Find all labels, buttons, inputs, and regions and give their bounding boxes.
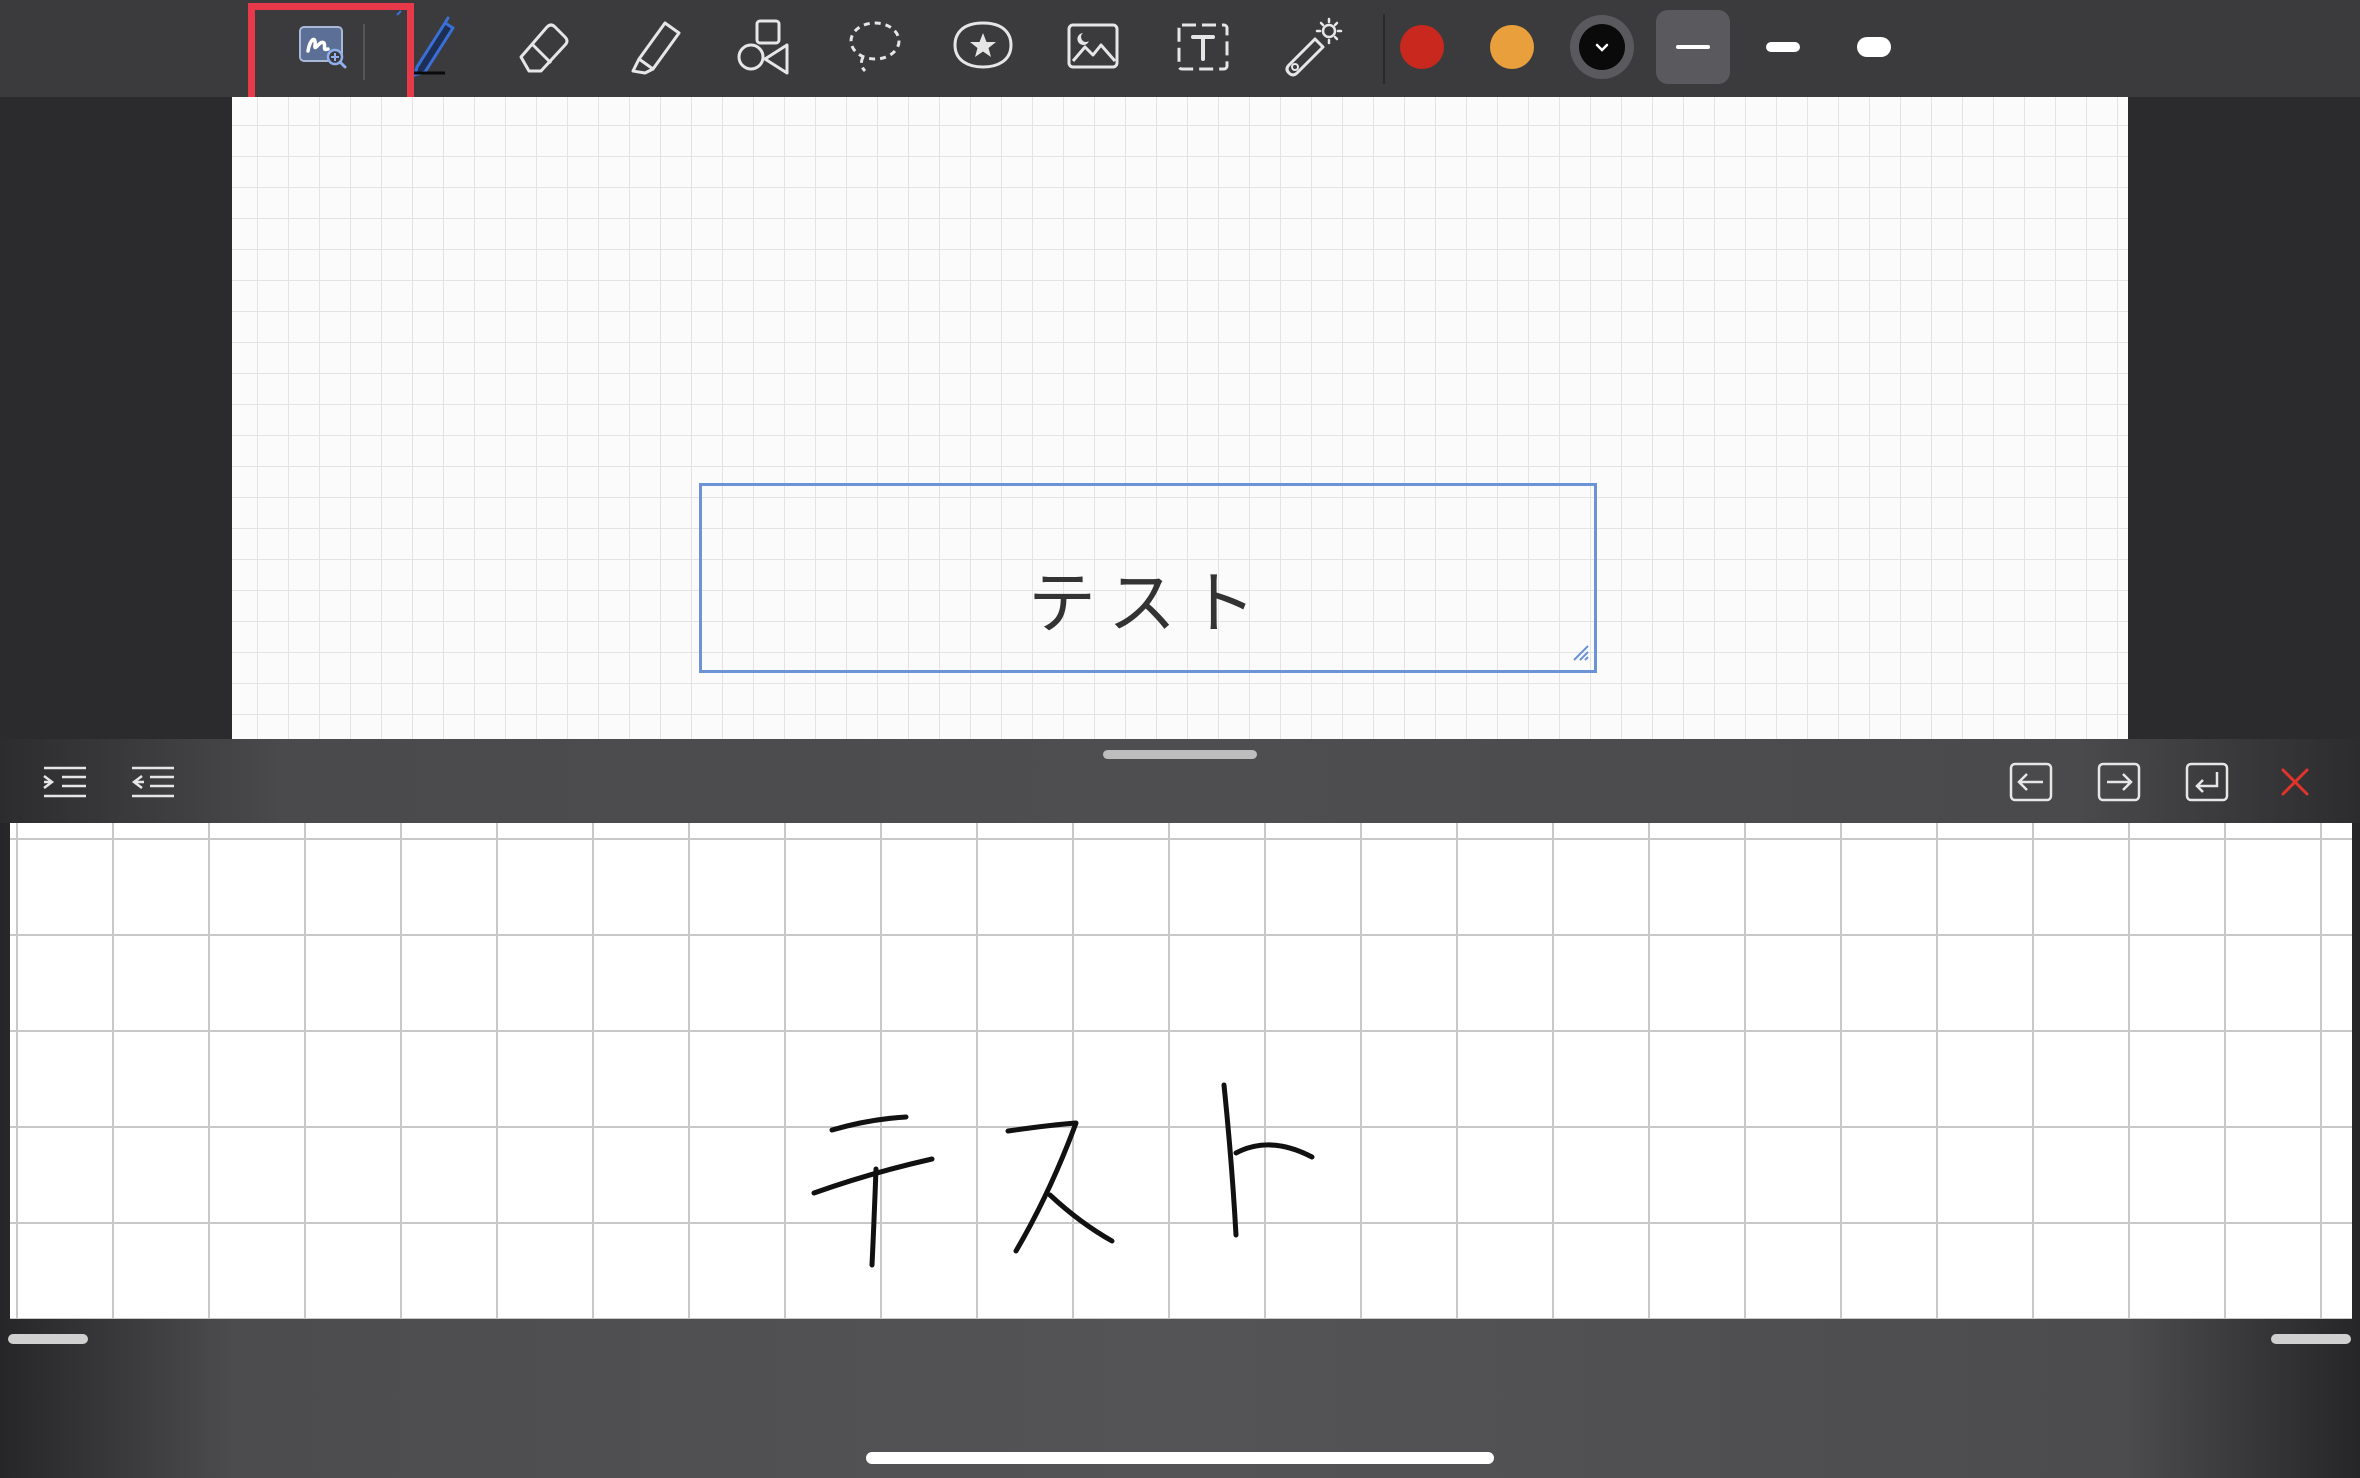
toolbar-divider bbox=[363, 24, 365, 80]
toolbar-separator bbox=[1383, 14, 1385, 84]
close-icon bbox=[2279, 766, 2311, 802]
image-tool[interactable] bbox=[1058, 14, 1128, 84]
stroke-width-thin[interactable] bbox=[1656, 10, 1730, 84]
indent-button[interactable] bbox=[40, 759, 90, 809]
outdent-icon bbox=[130, 764, 176, 804]
laser-pointer-tool[interactable] bbox=[1278, 14, 1348, 84]
pen-icon bbox=[396, 10, 465, 83]
new-line-button[interactable] bbox=[2182, 759, 2232, 809]
eraser-icon bbox=[513, 17, 573, 81]
stroke-width-medium[interactable] bbox=[1746, 10, 1820, 84]
eraser-tool[interactable] bbox=[508, 14, 578, 84]
star-sticker-icon bbox=[951, 17, 1015, 81]
handwriting-panel bbox=[0, 739, 2360, 1478]
color-swatch-red[interactable] bbox=[1400, 25, 1444, 69]
shapes-tool[interactable] bbox=[730, 14, 800, 84]
highlighter-icon bbox=[625, 17, 685, 81]
panel-grabber[interactable] bbox=[1103, 750, 1257, 759]
handwriting-zoom-icon bbox=[298, 25, 348, 73]
image-icon bbox=[1063, 17, 1123, 81]
arrow-right-box-icon bbox=[2097, 762, 2141, 806]
return-icon bbox=[2185, 762, 2229, 806]
lasso-tool[interactable] bbox=[840, 14, 910, 84]
note-page[interactable]: テスト bbox=[232, 97, 2128, 739]
close-panel-button[interactable] bbox=[2270, 759, 2320, 809]
arrow-left-box-icon bbox=[2009, 762, 2053, 806]
scroll-indicator-right[interactable] bbox=[2271, 1334, 2351, 1344]
handwriting-recognition-tool[interactable] bbox=[288, 14, 358, 84]
pen-tool[interactable] bbox=[396, 10, 470, 84]
text-box-content[interactable]: テスト bbox=[702, 548, 1594, 647]
shapes-icon bbox=[735, 17, 795, 81]
handwriting-strokes bbox=[811, 1082, 1315, 1268]
text-tool[interactable] bbox=[1168, 14, 1238, 84]
lasso-icon bbox=[845, 17, 905, 81]
indent-icon bbox=[42, 764, 88, 804]
laser-pointer-icon bbox=[1281, 15, 1345, 83]
text-box[interactable]: テスト bbox=[699, 483, 1597, 673]
scroll-indicator-left[interactable] bbox=[8, 1334, 88, 1344]
move-left-button[interactable] bbox=[2006, 759, 2056, 809]
sticker-tool[interactable] bbox=[948, 14, 1018, 84]
chevron-down-icon bbox=[1595, 38, 1609, 57]
highlighter-tool[interactable] bbox=[620, 14, 690, 84]
handwriting-input-area[interactable] bbox=[10, 823, 2352, 1319]
toolbar bbox=[0, 0, 2360, 105]
move-right-button[interactable] bbox=[2094, 759, 2144, 809]
color-swatch-black-selected[interactable] bbox=[1570, 15, 1634, 79]
stroke-width-thick[interactable] bbox=[1837, 10, 1911, 84]
color-swatch-orange[interactable] bbox=[1490, 25, 1534, 69]
panel-header bbox=[0, 739, 2360, 823]
resize-handle-icon[interactable] bbox=[1570, 642, 1590, 666]
home-indicator[interactable] bbox=[866, 1452, 1494, 1464]
text-box-icon bbox=[1173, 17, 1233, 81]
outdent-button[interactable] bbox=[128, 759, 178, 809]
